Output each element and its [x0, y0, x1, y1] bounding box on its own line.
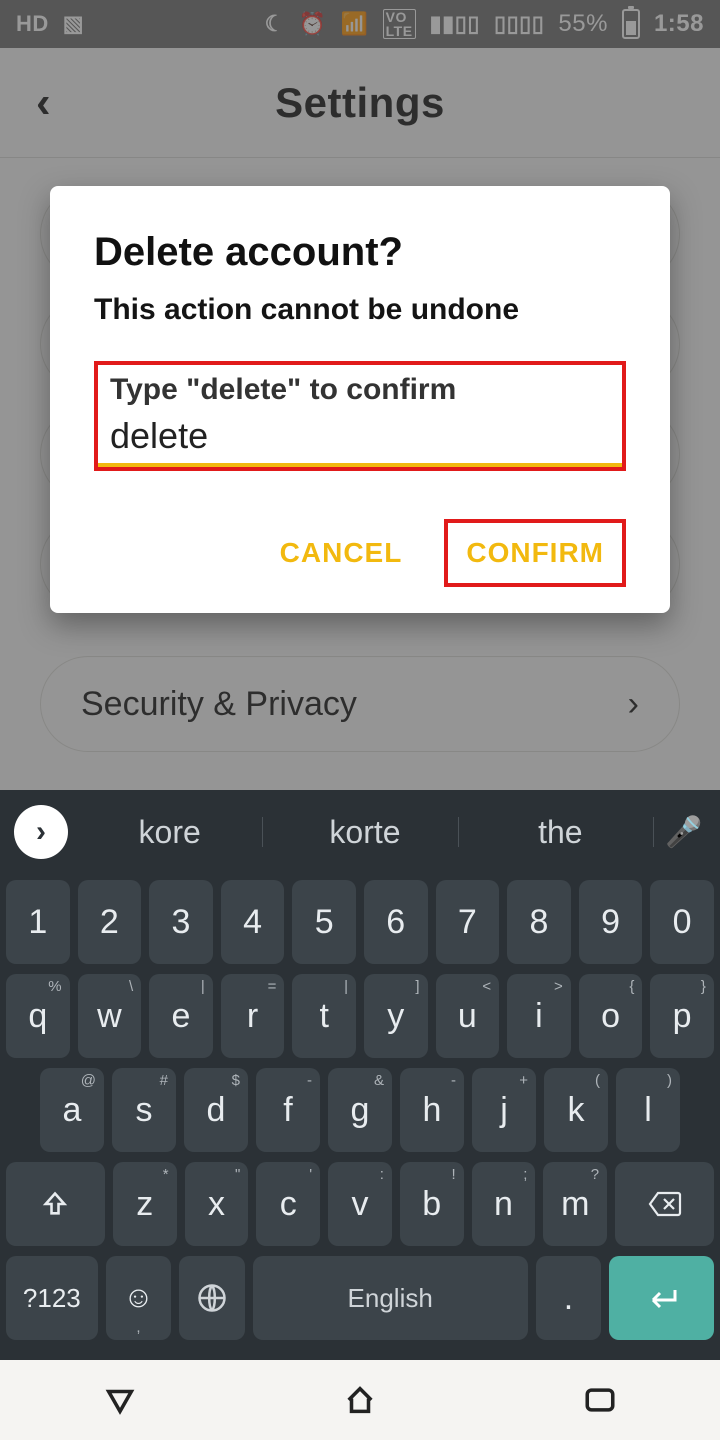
symbols-key[interactable]: ?123: [6, 1256, 98, 1340]
suggestion-1[interactable]: kore: [76, 814, 263, 851]
key-c[interactable]: c': [256, 1162, 320, 1246]
space-key[interactable]: English: [253, 1256, 528, 1340]
suggestion-bar: › kore korte the 🎤: [0, 790, 720, 874]
key-o[interactable]: o{: [579, 974, 643, 1058]
key-m[interactable]: m?: [543, 1162, 607, 1246]
key-x[interactable]: x": [185, 1162, 249, 1246]
key-5[interactable]: 5: [292, 880, 356, 964]
delete-account-dialog: Delete account? This action cannot be un…: [50, 186, 670, 613]
key-j[interactable]: j+: [472, 1068, 536, 1152]
key-q[interactable]: q%: [6, 974, 70, 1058]
confirm-button[interactable]: CONFIRM: [444, 519, 626, 587]
confirm-input[interactable]: [108, 415, 612, 463]
key-d[interactable]: d$: [184, 1068, 248, 1152]
key-4[interactable]: 4: [221, 880, 285, 964]
enter-key[interactable]: [609, 1256, 714, 1340]
cancel-button[interactable]: CANCEL: [262, 519, 421, 587]
language-key[interactable]: [179, 1256, 244, 1340]
suggestion-3[interactable]: the: [467, 814, 654, 851]
key-l[interactable]: l): [616, 1068, 680, 1152]
key-7[interactable]: 7: [436, 880, 500, 964]
key-f[interactable]: f-: [256, 1068, 320, 1152]
key-k[interactable]: k(: [544, 1068, 608, 1152]
key-a[interactable]: a@: [40, 1068, 104, 1152]
confirm-input-wrapper: Type "delete" to confirm: [94, 361, 626, 471]
emoji-key[interactable]: ☺,: [106, 1256, 171, 1340]
key-n[interactable]: n;: [472, 1162, 536, 1246]
expand-suggestions-button[interactable]: ›: [14, 805, 68, 859]
nav-back-icon[interactable]: [100, 1380, 140, 1420]
key-w[interactable]: w\: [78, 974, 142, 1058]
key-z[interactable]: z*: [113, 1162, 177, 1246]
key-6[interactable]: 6: [364, 880, 428, 964]
key-p[interactable]: p}: [650, 974, 714, 1058]
key-1[interactable]: 1: [6, 880, 70, 964]
soft-keyboard: › kore korte the 🎤 1234567890 q%w\e|r=t|…: [0, 790, 720, 1360]
confirm-input-label: Type "delete" to confirm: [108, 371, 612, 415]
key-8[interactable]: 8: [507, 880, 571, 964]
key-t[interactable]: t|: [292, 974, 356, 1058]
dialog-subtitle: This action cannot be undone: [94, 293, 626, 327]
key-s[interactable]: s#: [112, 1068, 176, 1152]
mic-icon[interactable]: 🎤: [662, 815, 706, 850]
nav-home-icon[interactable]: [340, 1380, 380, 1420]
backspace-key[interactable]: [615, 1162, 714, 1246]
key-2[interactable]: 2: [78, 880, 142, 964]
nav-recents-icon[interactable]: [580, 1380, 620, 1420]
key-9[interactable]: 9: [579, 880, 643, 964]
key-g[interactable]: g&: [328, 1068, 392, 1152]
system-nav-bar: [0, 1360, 720, 1440]
key-0[interactable]: 0: [650, 880, 714, 964]
dialog-title: Delete account?: [94, 230, 626, 275]
key-3[interactable]: 3: [149, 880, 213, 964]
key-e[interactable]: e|: [149, 974, 213, 1058]
period-key[interactable]: .: [536, 1256, 601, 1340]
key-i[interactable]: i>: [507, 974, 571, 1058]
key-y[interactable]: y]: [364, 974, 428, 1058]
suggestion-2[interactable]: korte: [271, 814, 458, 851]
key-u[interactable]: u<: [436, 974, 500, 1058]
shift-key[interactable]: [6, 1162, 105, 1246]
key-v[interactable]: v:: [328, 1162, 392, 1246]
key-h[interactable]: h-: [400, 1068, 464, 1152]
input-underline: [98, 463, 622, 467]
key-r[interactable]: r=: [221, 974, 285, 1058]
key-b[interactable]: b!: [400, 1162, 464, 1246]
